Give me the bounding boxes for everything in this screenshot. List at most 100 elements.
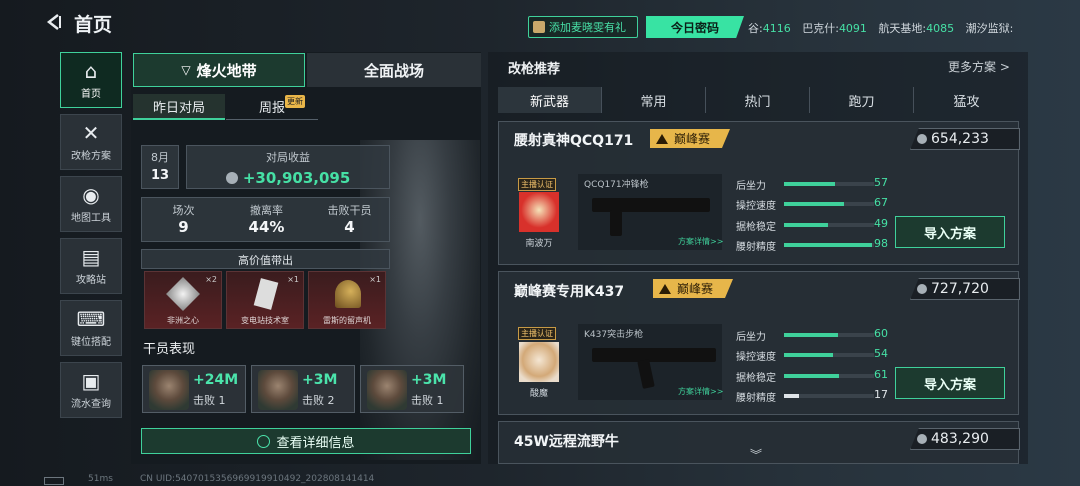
- loot-title: 高价值带出: [141, 249, 390, 269]
- stat-label: 据枪稳定: [736, 373, 776, 384]
- streamer-badge: 主播认证: [518, 178, 556, 191]
- stat-label: 腰射精度: [736, 242, 776, 253]
- stat-value: 49: [874, 217, 888, 230]
- operator-card[interactable]: +3M 击败 1: [360, 365, 464, 413]
- stat-value: 98: [874, 237, 888, 250]
- tab-yesterday[interactable]: 昨日对局: [133, 94, 225, 120]
- coin-icon: [225, 172, 238, 184]
- wrench-icon: ✕: [82, 120, 100, 145]
- section-title: 改枪推荐: [508, 62, 561, 77]
- stat-bar: [784, 394, 874, 398]
- operator-card[interactable]: +3M 击败 2: [251, 365, 355, 413]
- price-tag: 654,233: [910, 128, 1020, 150]
- stat-value: 57: [874, 176, 888, 189]
- peak-icon: [659, 283, 671, 294]
- stat-value: 17: [874, 388, 888, 401]
- home-icon: ⌂: [84, 58, 98, 83]
- price-tag: 727,720: [910, 278, 1020, 300]
- map-codes: 谷:4116 巴克什:4091 航天基地:4085 潮汐监狱:: [748, 22, 1014, 35]
- stats-card: 场次 9 撤离率 44% 击败干员 4: [141, 197, 390, 242]
- loot-item[interactable]: ×1 变电站技术室: [226, 271, 304, 329]
- import-plan-button[interactable]: 导入方案: [895, 216, 1005, 248]
- gun-magazine: [610, 210, 622, 236]
- book-icon: ▤: [81, 244, 101, 269]
- streamer-badge: 主播认证: [518, 327, 556, 340]
- stat-value: 67: [874, 196, 888, 209]
- streamer-name: 南波万: [525, 239, 553, 249]
- streamer-avatar: [519, 192, 559, 232]
- coin-icon: [917, 434, 927, 444]
- import-plan-button[interactable]: 导入方案: [895, 367, 1005, 399]
- coin-icon: [917, 134, 927, 144]
- map-pin-icon: ◉: [82, 182, 100, 207]
- tab-assault[interactable]: 猛攻: [914, 87, 1019, 113]
- back-arrow-icon[interactable]: [44, 12, 64, 32]
- stat-label: 操控速度: [736, 201, 776, 212]
- nav-keybinds[interactable]: ⌨ 键位搭配: [60, 300, 122, 356]
- price-tag: 483,290: [910, 428, 1020, 450]
- stat-bar: [784, 202, 874, 206]
- gun-model: QCQ171冲锋枪: [584, 180, 649, 190]
- uid-text: CN UID:5407015356969919910492_2028081414…: [140, 474, 375, 484]
- peak-icon: [656, 133, 668, 144]
- operators-title: 干员表现: [143, 342, 196, 357]
- details-icon: [257, 434, 271, 448]
- income-card: 对局收益 +30,903,095: [186, 145, 390, 189]
- operator-avatar: [367, 370, 407, 410]
- tab-common[interactable]: 常用: [602, 87, 706, 113]
- stat-value: 54: [874, 347, 888, 360]
- gun-icon: [592, 348, 716, 362]
- stat-label: 后坐力: [736, 181, 766, 192]
- ledger-icon: ▣: [81, 368, 101, 393]
- loot-item[interactable]: ×2 非洲之心: [144, 271, 222, 329]
- nav-gun-mods[interactable]: ✕ 改枪方案: [60, 114, 122, 170]
- tab-extraction-zone[interactable]: ▽ 烽火地带: [133, 53, 305, 87]
- stat-value: 60: [874, 327, 888, 340]
- tab-hot[interactable]: 热门: [706, 87, 810, 113]
- gramophone-icon: [335, 280, 361, 308]
- loot-item[interactable]: ×1 雷斯的留声机: [308, 271, 386, 329]
- diamond-icon: [166, 277, 200, 311]
- plan-detail-link[interactable]: 方案详情>>: [678, 386, 723, 397]
- stat-bar: [784, 353, 874, 357]
- mode-icon: ▽: [181, 63, 191, 77]
- scroll-down-icon[interactable]: ︾: [750, 446, 762, 463]
- stat-value: 61: [874, 368, 888, 381]
- tab-full-war[interactable]: 全面战场: [307, 53, 481, 87]
- tab-new-weapons[interactable]: 新武器: [498, 87, 602, 113]
- coin-icon: [917, 284, 927, 294]
- operator-avatar: [149, 370, 189, 410]
- streamer-avatar: [519, 342, 559, 382]
- nav-ledger[interactable]: ▣ 流水查询: [60, 362, 122, 418]
- keyboard-icon: ⌨: [76, 306, 106, 331]
- peak-badge: 巅峰赛: [650, 129, 730, 148]
- stat-label: 操控速度: [736, 352, 776, 363]
- date-card: 8月 13: [141, 145, 179, 189]
- operator-avatar: [258, 370, 298, 410]
- daily-code-button[interactable]: 今日密码: [646, 16, 744, 38]
- gift-icon: [533, 21, 545, 33]
- battery-icon: [44, 477, 64, 485]
- stat-label: 据枪稳定: [736, 222, 776, 233]
- stat-label: 后坐力: [736, 332, 766, 343]
- more-link[interactable]: 更多方案 >: [948, 58, 1010, 75]
- operator-card[interactable]: +24M 击败 1: [142, 365, 246, 413]
- nav-guides[interactable]: ▤ 攻略站: [60, 238, 122, 294]
- view-details-button[interactable]: 查看详细信息: [141, 428, 471, 454]
- weapon-name: 腰射真神QCQ171: [514, 133, 634, 149]
- tab-running[interactable]: 跑刀: [810, 87, 914, 113]
- nav-map-tools[interactable]: ◉ 地图工具: [60, 176, 122, 232]
- gun-model: K437突击步枪: [584, 330, 644, 340]
- nav-home[interactable]: ⌂ 首页: [60, 52, 122, 108]
- promo-button[interactable]: 添加麦晓雯有礼: [528, 16, 638, 38]
- stat-bar: [784, 333, 874, 337]
- page-title: 首页: [74, 14, 113, 36]
- stat-bar: [784, 182, 874, 186]
- weapon-name: 45W远程流野牛: [514, 434, 619, 450]
- stat-bar: [784, 223, 874, 227]
- stat-bar: [784, 243, 874, 247]
- weapon-name: 巅峰赛专用K437: [514, 284, 625, 300]
- stat-label: 腰射精度: [736, 393, 776, 404]
- plan-detail-link[interactable]: 方案详情>>: [678, 236, 723, 247]
- stat-bar: [784, 374, 874, 378]
